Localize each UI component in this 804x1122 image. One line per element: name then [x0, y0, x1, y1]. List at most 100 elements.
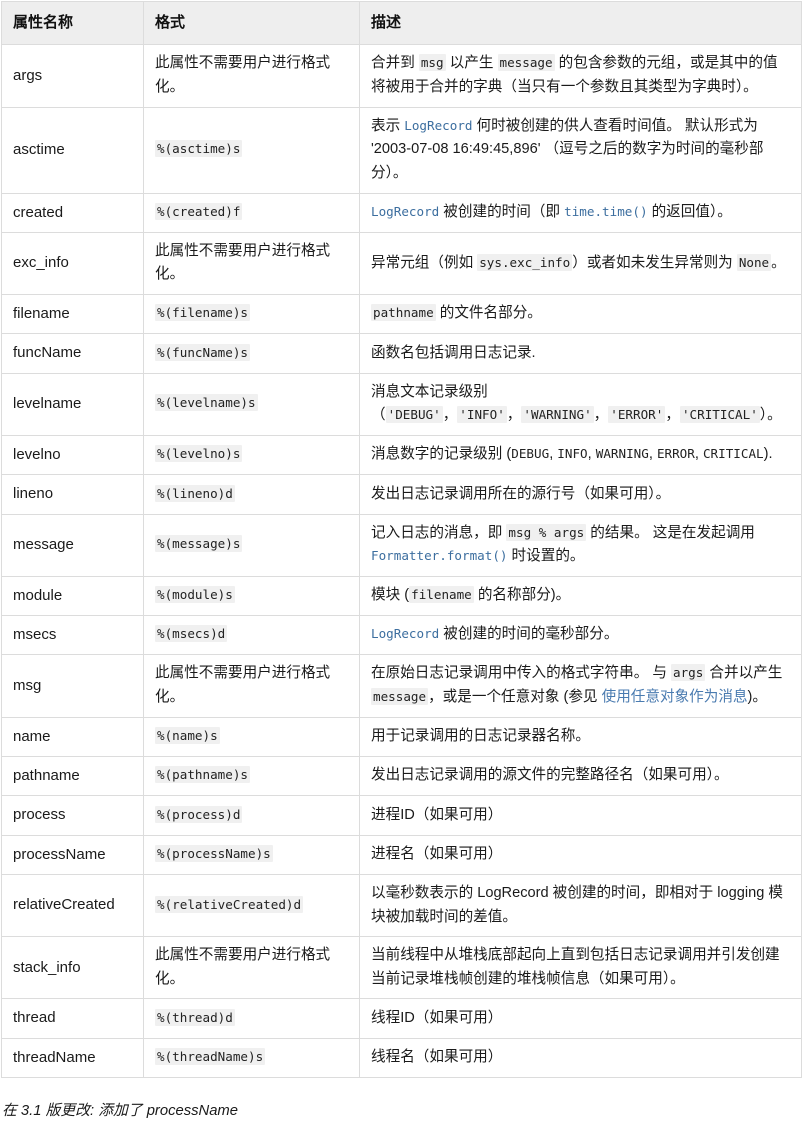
table-row: asctime %(asctime)s 表示 LogRecord 何时被创建的供人查… — [1, 106, 802, 194]
inline-code: 'WARNING' — [521, 406, 594, 424]
description-text: ). — [763, 446, 773, 463]
table-row: pathname %(pathname)s 发出日志记录调用的源文件的完整路径名（如… — [1, 755, 802, 797]
description-text: 合并以产生 — [705, 665, 783, 682]
description-text: 发出日志记录调用的源文件的完整路径名（如果可用）。 — [371, 767, 729, 784]
format-cell: 此属性不需要用户进行格式化。 — [143, 44, 360, 108]
table-header-row: 属性名称 格式 描述 — [1, 0, 802, 46]
code-reference-link[interactable]: LogRecord — [404, 118, 472, 133]
code-reference-link[interactable]: Formatter.format() — [371, 548, 507, 563]
format-cell: %(filename)s — [143, 294, 360, 335]
description-text: 以毫秒数表示的 LogRecord 被创建的时间，即相对于 logging 模块… — [371, 884, 783, 925]
table-row: levelno %(levelno)s 消息数字的记录级别 (DEBUG, INFO… — [1, 434, 802, 476]
inline-code: msg — [418, 54, 446, 72]
description-text: 线程名（如果可用） — [371, 1049, 503, 1066]
format-note-text: 此属性不需要用户进行格式化。 — [155, 55, 331, 95]
inline-code: msg % args — [506, 523, 587, 541]
description-text: 用于记录调用的日志记录器名称。 — [371, 728, 590, 745]
format-note-text: 此属性不需要用户进行格式化。 — [155, 665, 331, 706]
attribute-name-cell: msg — [1, 654, 144, 718]
description-cell: pathname 的文件名部分。 — [359, 294, 802, 335]
table-body: args 此属性不需要用户进行格式化。 合并到 msg 以产生 message 的包… — [1, 44, 802, 1079]
description-text: 函数名包括调用日志记录. — [371, 344, 536, 361]
description-text: 消息数字的记录级别 ( — [371, 446, 512, 463]
description-text: 以产生 — [445, 55, 498, 72]
inline-mono-text: ERROR — [656, 446, 695, 462]
code-reference-link[interactable]: LogRecord — [371, 626, 439, 641]
format-note-text: 此属性不需要用户进行格式化。 — [155, 242, 331, 283]
description-text: ， — [665, 407, 680, 424]
description-text: ）。 — [759, 407, 782, 424]
description-text: ， — [442, 407, 458, 424]
attribute-name-cell: msecs — [1, 615, 144, 656]
format-code: %(filename)s — [155, 304, 250, 322]
attribute-name-cell: lineno — [1, 474, 144, 515]
format-cell: %(process)d — [143, 795, 360, 836]
inline-code: 'INFO' — [457, 406, 507, 424]
attribute-name-cell: threadName — [1, 1037, 144, 1079]
format-cell: %(levelname)s — [143, 372, 360, 436]
format-code: %(msecs)d — [155, 625, 228, 643]
description-text: 被创建的时间的毫秒部分。 — [439, 626, 619, 643]
description-text: , — [587, 446, 596, 463]
description-cell: 在原始日志记录调用中传入的格式字符串。 与 args 合并以产生 message… — [359, 654, 802, 718]
inline-code: 'DEBUG' — [385, 406, 443, 424]
format-code: %(process)d — [155, 805, 243, 823]
description-text: , — [694, 446, 703, 463]
format-code: %(message)s — [155, 535, 243, 553]
format-cell: %(processName)s — [143, 834, 360, 875]
inline-mono-text: DEBUG — [511, 446, 550, 462]
description-text: 在原始日志记录调用中传入的格式字符串。 与 — [371, 665, 671, 682]
table-row: thread %(thread)d 线程ID（如果可用） — [1, 998, 802, 1039]
table-row: stack_info 此属性不需要用户进行格式化。 当前线程中从堆栈底部起向上直到包… — [1, 936, 802, 1000]
description-cell: 线程ID（如果可用） — [359, 998, 802, 1039]
version-changed-label: 在 3.1 版更改: — [2, 1103, 95, 1120]
format-code: %(pathname)s — [155, 766, 250, 784]
documentation-link[interactable]: 使用任意对象作为消息 — [602, 689, 748, 705]
description-cell: 以毫秒数表示的 LogRecord 被创建的时间，即相对于 logging 模块… — [359, 873, 802, 938]
format-code: %(lineno)d — [155, 484, 235, 502]
table-row: exc_info 此属性不需要用户进行格式化。 异常元组（例如 sys.exc_in… — [1, 231, 802, 296]
column-header-description: 描述 — [359, 0, 802, 46]
description-cell: 进程名（如果可用） — [359, 834, 802, 875]
attribute-name-cell: stack_info — [1, 936, 144, 1000]
description-text: ， — [593, 407, 609, 424]
description-text: 。 — [771, 254, 786, 271]
format-cell: %(levelno)s — [143, 434, 360, 476]
code-reference-link[interactable]: LogRecord — [371, 204, 439, 219]
attribute-name-cell: pathname — [1, 755, 144, 797]
description-text: 异常元组（例如 — [371, 254, 478, 271]
inline-code: filename — [409, 586, 474, 604]
description-cell: 表示 LogRecord 何时被创建的供人查看时间值。 默认形式为 '2003-… — [359, 106, 802, 194]
code-reference-link[interactable]: time.time() — [564, 204, 647, 219]
table-row: msg 此属性不需要用户进行格式化。 在原始日志记录调用中传入的格式字符串。 与 a… — [1, 654, 802, 718]
description-text: 当前线程中从堆栈底部起向上直到包括日志记录调用并引发创建当前记录堆栈帧创建的堆栈… — [371, 947, 780, 987]
description-text: 进程ID（如果可用） — [371, 806, 503, 823]
table-row: threadName %(threadName)s 线程名（如果可用） — [1, 1037, 802, 1079]
format-cell: %(message)s — [143, 513, 360, 577]
description-text: 发出日志记录调用所在的源行号（如果可用）。 — [371, 485, 671, 502]
description-cell: 模块 (filename 的名称部分)。 — [359, 575, 802, 617]
description-cell: 进程ID（如果可用） — [359, 795, 802, 836]
inline-mono-text: CRITICAL — [702, 446, 764, 462]
format-cell: 此属性不需要用户进行格式化。 — [143, 231, 360, 296]
description-cell: 发出日志记录调用所在的源行号（如果可用）。 — [359, 474, 802, 515]
description-text: 的名称部分)。 — [473, 587, 571, 604]
description-cell: 异常元组（例如 sys.exc_info ）或者如未发生异常则为 None。 — [359, 231, 802, 296]
attribute-name-cell: levelno — [1, 434, 144, 476]
attribute-name-cell: levelname — [1, 372, 144, 436]
format-code: %(threadName)s — [155, 1048, 266, 1066]
inline-mono-text: WARNING — [595, 446, 649, 462]
description-cell: 发出日志记录调用的源文件的完整路径名（如果可用）。 — [359, 755, 802, 797]
description-text: 线程ID（如果可用） — [371, 1009, 503, 1026]
description-cell: 线程名（如果可用） — [359, 1037, 802, 1079]
table-row: args 此属性不需要用户进行格式化。 合并到 msg 以产生 message 的包… — [1, 44, 802, 108]
inline-code: None — [736, 253, 772, 271]
format-cell: 此属性不需要用户进行格式化。 — [143, 654, 360, 718]
attribute-name-cell: relativeCreated — [1, 873, 144, 938]
format-cell: %(relativeCreated)d — [143, 873, 360, 938]
format-cell: %(asctime)s — [143, 106, 360, 194]
column-header-attribute-name: 属性名称 — [1, 0, 144, 46]
description-cell: 当前线程中从堆栈底部起向上直到包括日志记录调用并引发创建当前记录堆栈帧创建的堆栈… — [359, 936, 802, 1000]
table-row: process %(process)d 进程ID（如果可用） — [1, 795, 802, 836]
table-row: relativeCreated %(relativeCreated)d 以毫秒数表示… — [1, 873, 802, 938]
